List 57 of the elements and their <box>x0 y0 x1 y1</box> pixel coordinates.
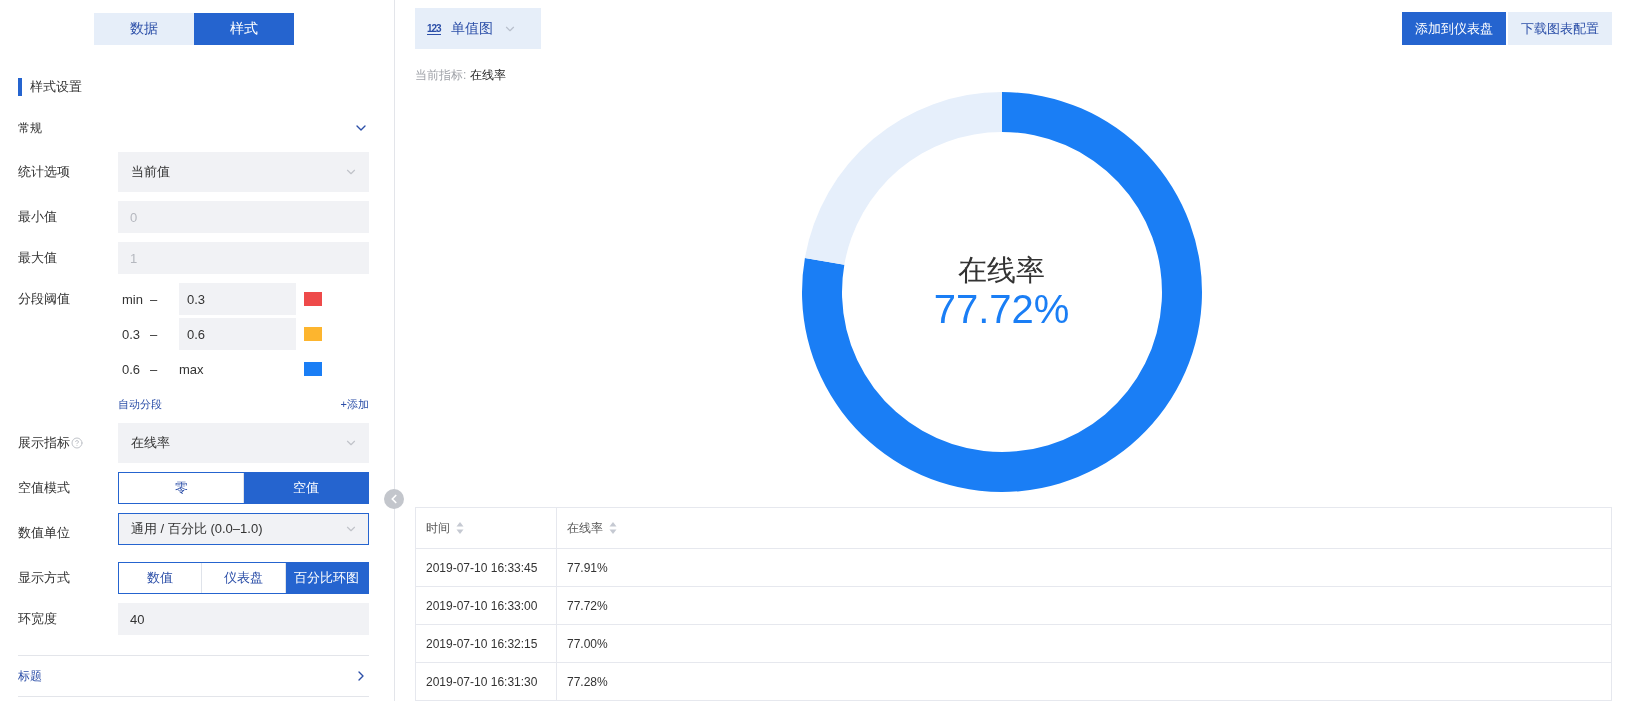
metric-value: 在线率 <box>470 66 507 84</box>
table-cell: 2019-07-10 16:33:45 <box>426 560 538 575</box>
auto-segment-link[interactable]: 自动分段 <box>118 396 162 412</box>
color-swatch[interactable] <box>304 327 322 341</box>
field-label: 空值模式 <box>18 479 71 497</box>
input-field[interactable]: 0 <box>118 201 369 233</box>
select-field[interactable]: 在线率 <box>118 423 369 463</box>
panel-tab[interactable]: 样式 <box>193 13 294 45</box>
select-field[interactable]: 通用 / 百分比 (0.0–1.0) <box>118 513 369 545</box>
sort-icon[interactable] <box>456 521 464 535</box>
section-title: 样式设置 <box>18 78 369 96</box>
group-title[interactable]: 常规 <box>18 119 42 137</box>
input-field[interactable]: 1 <box>118 242 369 274</box>
color-swatch[interactable] <box>304 362 322 376</box>
group-title[interactable]: 标题 <box>18 667 42 685</box>
metric-label: 当前指标: <box>415 66 467 84</box>
field-label: 展示指标 <box>18 434 70 452</box>
action-button[interactable]: 添加到仪表盘 <box>1402 12 1506 45</box>
table-cell: 77.00% <box>567 636 608 651</box>
field-label: 显示方式 <box>18 569 71 587</box>
table-cell: 2019-07-10 16:32:15 <box>426 636 538 651</box>
field-label: 数值单位 <box>18 524 71 542</box>
table-cell: 77.72% <box>567 598 608 613</box>
table-cell: 77.91% <box>567 560 608 575</box>
gauge-title: 在线率 <box>958 253 1045 287</box>
table-cell: 2019-07-10 16:31:30 <box>426 674 538 689</box>
field-label: 统计选项 <box>18 163 71 181</box>
range-end: max <box>179 361 205 377</box>
gauge-value: 77.72% <box>933 287 1070 331</box>
column-header[interactable]: 时间 <box>426 519 450 537</box>
range-start: 0.3 <box>121 326 142 342</box>
input-field[interactable]: 40 <box>118 603 369 635</box>
threshold-input[interactable]: 0.3 <box>179 283 296 315</box>
threshold-input[interactable]: 0.6 <box>179 318 296 350</box>
range-dash: – <box>150 361 159 377</box>
field-label: 分段阈值 <box>18 290 71 308</box>
range-start: 0.6 <box>121 361 142 377</box>
field-label: 环宽度 <box>18 610 58 628</box>
range-start: min <box>121 291 144 307</box>
select-field[interactable]: 当前值 <box>118 152 369 192</box>
color-swatch[interactable] <box>304 292 322 306</box>
segment-option[interactable]: 百分比环图 <box>284 563 368 593</box>
column-header[interactable]: 在线率 <box>567 519 603 537</box>
panel-tab[interactable]: 数据 <box>93 13 194 45</box>
collapse-handle[interactable] <box>384 489 404 509</box>
segment-option[interactable]: 空值 <box>243 473 368 503</box>
table-cell: 77.28% <box>567 674 608 689</box>
table-cell: 2019-07-10 16:33:00 <box>426 598 538 613</box>
add-link[interactable]: +添加 <box>340 396 369 412</box>
help-icon[interactable] <box>71 437 83 449</box>
action-button[interactable]: 下载图表配置 <box>1508 12 1612 45</box>
range-dash: – <box>150 291 159 307</box>
chart-type-select[interactable]: 123 单值图 <box>415 8 541 49</box>
range-dash: – <box>150 326 159 342</box>
sort-icon[interactable] <box>609 521 617 535</box>
field-label: 最小值 <box>18 208 58 226</box>
field-label: 最大值 <box>18 249 58 267</box>
